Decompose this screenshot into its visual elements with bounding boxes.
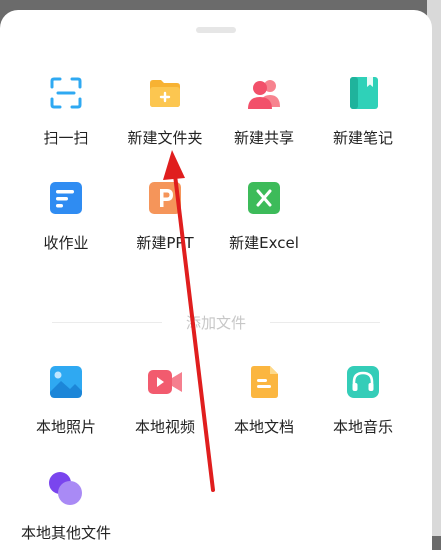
collect-homework-label: 收作业 bbox=[43, 234, 89, 252]
local-music-label: 本地音乐 bbox=[332, 418, 393, 436]
new-excel-label: 新建Excel bbox=[229, 234, 299, 252]
excel-icon bbox=[248, 182, 280, 214]
photo-icon bbox=[50, 366, 82, 398]
music-icon bbox=[347, 366, 379, 398]
ppt-icon bbox=[149, 182, 181, 214]
drag-handle[interactable] bbox=[196, 27, 236, 33]
scan-icon bbox=[50, 77, 82, 109]
section-title: 添加文件 bbox=[185, 314, 246, 332]
new-note-label: 新建笔记 bbox=[332, 129, 393, 147]
local-documents-label: 本地文档 bbox=[233, 418, 294, 436]
local-videos-label: 本地视频 bbox=[134, 418, 195, 436]
document-icon bbox=[251, 366, 278, 398]
new-share-label: 新建共享 bbox=[233, 129, 294, 147]
homework-icon bbox=[50, 182, 82, 214]
local-other-files-label: 本地其他文件 bbox=[20, 524, 111, 542]
add-menu-sheet: 扫一扫 新建文件夹 新建共享 新建笔记 收作业 新建PPT 新建Excel 添加… bbox=[0, 10, 432, 550]
scan-label: 扫一扫 bbox=[43, 129, 89, 147]
video-icon bbox=[148, 370, 182, 394]
other-files-icon bbox=[49, 472, 82, 505]
add-files-divider: 添加文件 bbox=[52, 312, 380, 332]
new-folder-label: 新建文件夹 bbox=[127, 129, 203, 147]
folder-plus-icon bbox=[150, 80, 180, 107]
share-people-icon bbox=[248, 80, 280, 109]
note-icon bbox=[350, 77, 378, 109]
local-photos-label: 本地照片 bbox=[35, 418, 96, 436]
new-ppt-label: 新建PPT bbox=[136, 234, 194, 252]
